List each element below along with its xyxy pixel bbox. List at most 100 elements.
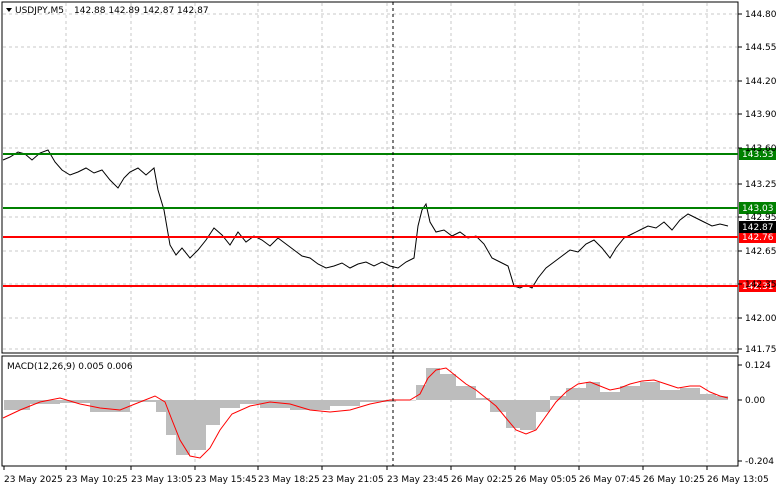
price-tick-label: 142.65: [745, 247, 777, 257]
macd-histogram-bar: [112, 400, 114, 412]
macd-histogram-bar: [256, 400, 258, 404]
macd-histogram-bar: [504, 400, 506, 412]
time-tick-label: 26 May 07:45: [579, 475, 641, 485]
macd-histogram-bar: [688, 388, 690, 400]
macd-histogram-bar: [346, 400, 348, 406]
macd-histogram-bar: [630, 386, 632, 400]
macd-histogram-bar: [564, 396, 566, 400]
macd-histogram-bar: [342, 400, 344, 406]
macd-histogram-bar: [308, 400, 310, 410]
macd-histogram-bar: [154, 400, 156, 402]
macd-histogram-bar: [110, 400, 112, 412]
macd-histogram-bar: [272, 400, 274, 408]
macd-histogram-bar: [576, 388, 578, 400]
time-tick-label: 23 May 21:05: [322, 475, 384, 485]
macd-histogram-bar: [330, 400, 332, 406]
macd-histogram-bar: [224, 400, 226, 408]
macd-histogram-bar: [652, 382, 654, 400]
price-tick-label: 142.00: [745, 314, 777, 324]
macd-histogram-bar: [324, 400, 326, 410]
price-tick-label: 141.75: [745, 345, 777, 355]
macd-histogram-bar: [250, 400, 252, 404]
macd-histogram-bar: [626, 386, 628, 400]
macd-histogram-bar: [572, 388, 574, 400]
macd-histogram-bar: [274, 400, 276, 408]
macd-histogram-bar: [646, 382, 648, 400]
macd-histogram-bar: [696, 388, 698, 400]
macd-histogram-bar: [264, 400, 266, 408]
macd-histogram-bar: [214, 400, 216, 425]
macd-tick-label: -0.204: [745, 457, 774, 467]
trading-chart[interactable]: 143.53 143.03 142.76 142.31 142.87 144.80 144…: [0, 0, 781, 489]
macd-histogram-bar: [598, 382, 600, 400]
macd-histogram-bar: [248, 400, 250, 404]
price-pane[interactable]: [1, 1, 739, 354]
macd-histogram-bar: [266, 400, 268, 408]
macd-histogram-bar: [190, 400, 192, 450]
macd-histogram-bar: [468, 386, 470, 400]
macd-histogram-bar: [32, 400, 34, 404]
macd-histogram-bar: [212, 400, 214, 425]
macd-histogram-bar: [244, 400, 246, 404]
macd-histogram-bar: [668, 390, 670, 400]
macd-histogram-bar: [532, 400, 534, 430]
macd-histogram-bar: [86, 400, 88, 403]
macd-histogram-bar: [188, 400, 190, 455]
macd-histogram-bar: [226, 400, 228, 408]
macd-histogram-bar: [276, 400, 278, 408]
macd-histogram-bar: [542, 400, 544, 412]
macd-histogram-bar: [326, 400, 328, 410]
macd-histogram-bar: [278, 400, 280, 408]
macd-histogram-bar: [270, 400, 272, 408]
macd-histogram-bar: [26, 400, 28, 410]
macd-histogram-bar: [476, 398, 478, 400]
macd-histogram-bar: [506, 400, 508, 428]
macd-histogram-bar: [608, 392, 610, 400]
macd-histogram-bar: [666, 390, 668, 400]
macd-histogram-bar: [566, 388, 568, 400]
macd-histogram-bar: [690, 388, 692, 400]
macd-histogram-bar: [456, 386, 458, 400]
macd-histogram-bar: [268, 400, 270, 408]
chart-canvas[interactable]: 143.53143.03142.76142.31142.87 144.80144…: [0, 0, 781, 489]
macd-histogram-bar: [684, 388, 686, 400]
macd-histogram-bar: [528, 400, 530, 430]
macd-histogram-bar: [450, 374, 452, 400]
macd-histogram-bar: [466, 386, 468, 400]
macd-histogram-bar: [96, 400, 98, 412]
macd-histogram-bar: [458, 386, 460, 400]
macd-histogram-bar: [78, 400, 80, 403]
macd-histogram-bar: [114, 400, 116, 412]
macd-histogram-bar: [134, 400, 136, 402]
macd-histogram-bar: [102, 400, 104, 412]
macd-histogram-bar: [8, 400, 10, 410]
macd-histogram-bar: [618, 392, 620, 400]
macd-histogram-bar: [198, 400, 200, 450]
macd-histogram-bar: [210, 400, 212, 425]
macd-histogram-bar: [702, 394, 704, 400]
macd-histogram-bar: [436, 368, 438, 400]
macd-histogram-bar: [500, 400, 502, 412]
macd-histogram-bar: [508, 400, 510, 428]
macd-histogram-bar: [634, 386, 636, 400]
macd-histogram-bar: [208, 400, 210, 425]
macd-histogram-bar: [206, 400, 208, 425]
macd-histogram-bar: [230, 400, 232, 408]
macd-histogram-bar: [624, 386, 626, 400]
macd-histogram-bar: [678, 390, 680, 400]
time-tick-label: 26 May 13:05: [707, 475, 769, 485]
ohlc-values: 142.88 142.89 142.87 142.87: [74, 6, 209, 16]
macd-histogram-bar: [638, 386, 640, 400]
macd-histogram-bar: [714, 394, 716, 400]
macd-histogram-bar: [300, 400, 302, 410]
macd-histogram-bar: [320, 400, 322, 410]
macd-histogram-bar: [196, 400, 198, 450]
macd-histogram-bar: [448, 374, 450, 400]
macd-histogram-bar: [700, 394, 702, 400]
macd-tick-label: 0.124: [745, 361, 771, 371]
macd-histogram-bar: [152, 400, 154, 402]
macd-histogram-bar: [616, 392, 618, 400]
macd-histogram-bar: [534, 400, 536, 430]
macd-histogram-bar: [98, 400, 100, 412]
macd-histogram-bar: [546, 400, 548, 412]
